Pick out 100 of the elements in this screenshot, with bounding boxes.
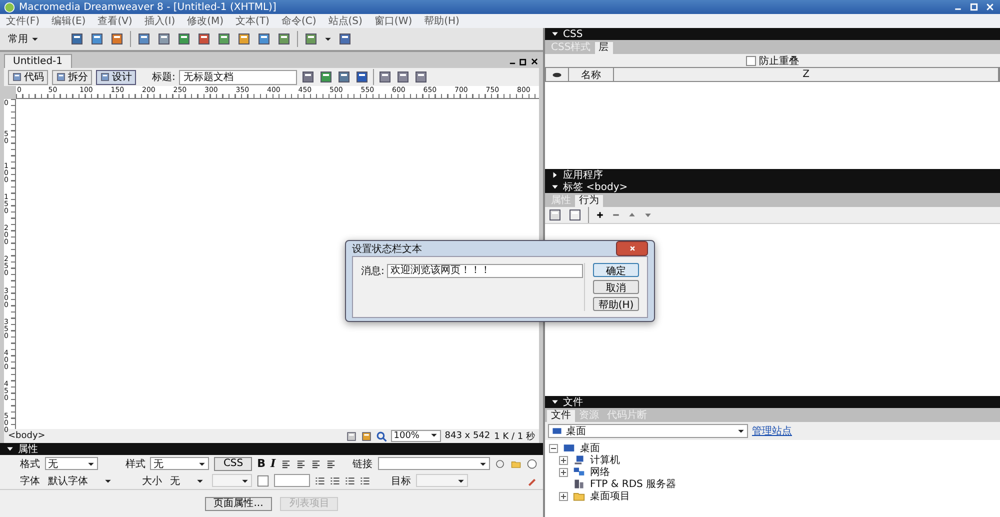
outdent-icon[interactable] [345, 476, 355, 486]
format-dropdown[interactable]: 无 [45, 457, 98, 470]
triangle-down-icon[interactable] [551, 398, 559, 406]
message-field[interactable]: 欢迎浏览该网页！！！ [387, 264, 584, 278]
menu-item[interactable]: 编辑(E) [52, 14, 86, 28]
window-title: Macromedia Dreamweaver 8 - [Untitled-1 (XHTML)] [19, 2, 278, 12]
tree-item[interactable]: 网络 [590, 465, 610, 479]
close-icon[interactable] [984, 2, 996, 12]
tree-item[interactable]: 计算机 [590, 453, 620, 467]
add-icon[interactable] [595, 210, 605, 220]
font-dropdown[interactable]: 默认字体 [45, 474, 115, 487]
panel-tab[interactable]: 行为 [575, 195, 603, 207]
link-label: 链接 [352, 458, 373, 470]
tree-item[interactable]: 桌面项目 [590, 489, 630, 503]
zoom-dropdown[interactable]: 100% [390, 430, 441, 442]
caret-icon[interactable] [31, 35, 39, 43]
window-size[interactable]: 843 x 542 [444, 431, 490, 441]
close-button[interactable] [616, 241, 648, 256]
tree-item[interactable]: 桌面 [580, 441, 600, 455]
document-tab[interactable]: Untitled-1 [4, 54, 72, 68]
monitor-icon [562, 442, 576, 454]
caret-icon[interactable] [324, 35, 332, 43]
menu-item[interactable]: 文本(T) [236, 14, 270, 28]
panel-tab[interactable]: 层 [594, 42, 613, 54]
menu-item[interactable]: 站点(S) [328, 14, 362, 28]
zoom-icon[interactable] [376, 430, 387, 442]
align-left-icon[interactable] [280, 458, 291, 468]
triangle-down-icon[interactable] [6, 445, 14, 453]
message-label: 消息: [361, 264, 384, 278]
bullet-list-icon[interactable] [315, 476, 325, 486]
app-icon [4, 2, 15, 12]
menu-item[interactable]: 文件(F) [6, 14, 40, 28]
column-header[interactable]: 名称 [569, 68, 614, 81]
category-dropdown[interactable]: 常用 [8, 32, 64, 46]
expand-toggle[interactable] [559, 456, 568, 464]
align-right-icon[interactable] [310, 458, 321, 468]
size-label: 大小 [142, 474, 162, 488]
numbered-list-icon[interactable] [330, 476, 340, 486]
manage-sites-link[interactable]: 管理站点 [752, 424, 792, 438]
collapse-toggle[interactable] [549, 444, 558, 452]
close-icon[interactable] [530, 56, 539, 66]
panel-header[interactable]: 文件 [545, 396, 1000, 408]
indent-icon[interactable] [360, 476, 370, 486]
caret-icon[interactable] [737, 427, 745, 435]
dialog-button[interactable]: 确定 [593, 263, 639, 277]
color-field[interactable] [274, 474, 310, 487]
triangle-down-icon[interactable] [551, 183, 559, 191]
panel-header[interactable]: CSS [545, 28, 1000, 40]
triangle-down-icon[interactable] [551, 30, 559, 38]
caret-icon[interactable] [430, 431, 438, 439]
view-button[interactable]: 代码 [8, 70, 48, 84]
menu-item[interactable]: 帮助(H) [424, 14, 460, 28]
style-dropdown[interactable]: 无 [150, 457, 210, 470]
color-swatch-icon[interactable] [257, 474, 269, 486]
panel-tab[interactable]: 文件 [547, 410, 575, 422]
bold-button[interactable]: B [257, 457, 266, 470]
link-field[interactable] [378, 457, 490, 470]
style-label: 样式 [125, 458, 146, 470]
site-dropdown[interactable]: 桌面 [548, 424, 748, 438]
panel-title: CSS [563, 28, 583, 40]
menu-item[interactable]: 命令(C) [281, 14, 316, 28]
panel-title: 属性 [18, 442, 38, 456]
tag-selector[interactable]: <body> [8, 431, 46, 441]
panel-header[interactable]: 标签 <body> [545, 181, 1000, 193]
panel-title: 应用程序 [563, 168, 603, 182]
panel-title: 文件 [563, 396, 583, 409]
folder-icon[interactable] [510, 458, 522, 468]
server-icon [572, 478, 586, 490]
computer-icon [572, 454, 586, 466]
dialog-button[interactable]: 帮助(H) [593, 297, 639, 311]
title-label: 标题: [152, 70, 176, 84]
dialog-button[interactable]: 取消 [593, 280, 639, 294]
tree-item[interactable]: FTP & RDS 服务器 [590, 477, 676, 491]
italic-button[interactable]: I [270, 457, 276, 470]
panel-button[interactable]: 页面属性... [204, 496, 272, 510]
menu-item[interactable]: 修改(M) [187, 14, 224, 28]
menu-item[interactable]: 查看(V) [98, 14, 132, 28]
column-header[interactable]: Z [614, 68, 999, 81]
maximize-icon[interactable] [968, 2, 980, 12]
menu-item[interactable]: 窗口(W) [374, 14, 412, 28]
expand-toggle[interactable] [559, 492, 568, 500]
title-field[interactable]: 无标题文档 [179, 70, 298, 84]
align-center-icon[interactable] [296, 458, 306, 468]
format-label: 格式 [20, 458, 40, 470]
view-button[interactable]: 设计 [96, 70, 136, 84]
checkbox[interactable] [746, 56, 756, 66]
panel-header[interactable]: 属性 [0, 443, 543, 455]
triangle-right-icon[interactable] [551, 171, 559, 179]
download-size: 1 K / 1 秒 [494, 430, 535, 442]
size-dropdown[interactable]: 无 [167, 474, 207, 487]
expand-toggle[interactable] [559, 468, 568, 476]
menu-item[interactable]: 插入(I) [144, 14, 176, 28]
panel-header[interactable]: 应用程序 [545, 169, 1000, 181]
restore-icon[interactable] [519, 56, 528, 66]
panel-title: 标签 <body> [563, 180, 628, 194]
justify-icon[interactable] [326, 458, 336, 468]
view-button[interactable]: 拆分 [52, 70, 92, 84]
dialog-title: 设置状态栏文本 [352, 242, 422, 256]
target-label: 目标 [391, 474, 411, 488]
css-button[interactable]: CSS [214, 456, 252, 470]
